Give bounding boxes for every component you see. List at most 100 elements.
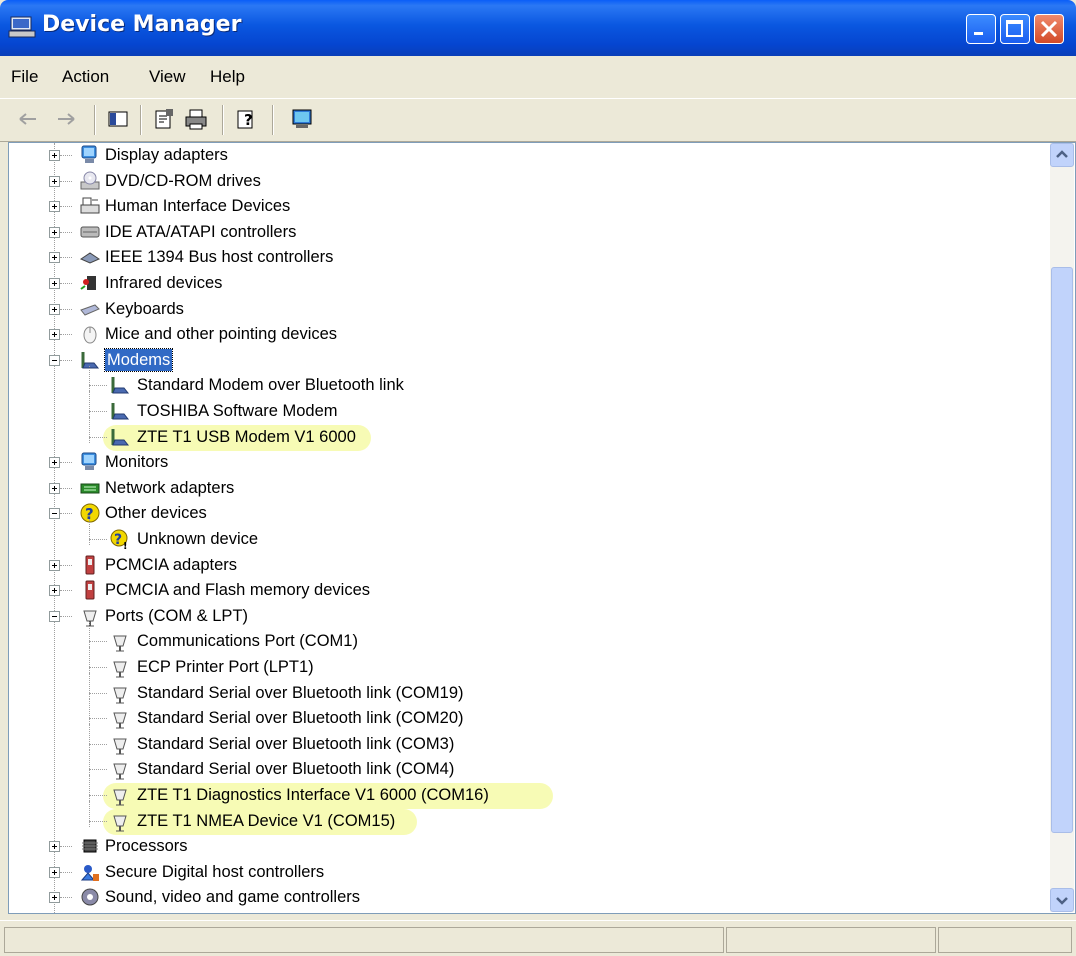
- collapse-icon[interactable]: [49, 354, 60, 366]
- menu-help[interactable]: Help: [210, 67, 245, 87]
- hid-icon: [80, 197, 100, 214]
- help-icon[interactable]: ?: [234, 107, 258, 131]
- tree-connector: [89, 795, 107, 797]
- firewire-icon: [79, 252, 101, 264]
- tree-label: Network adapters: [105, 478, 235, 497]
- tree-label: Mice and other pointing devices: [105, 325, 338, 344]
- svg-text:?: ?: [114, 532, 122, 548]
- status-panel-2: [726, 927, 936, 953]
- tree-label: ZTE T1 NMEA Device V1 (COM15): [137, 811, 396, 830]
- tree-label: Monitors: [105, 453, 169, 472]
- forward-arrow-icon[interactable]: [54, 107, 78, 131]
- expand-icon[interactable]: [49, 559, 60, 571]
- port-icon: [113, 661, 127, 678]
- device-manager-window: Device Manager File Action View Help ? D…: [0, 0, 1076, 956]
- expand-icon[interactable]: [49, 866, 60, 878]
- tree-label: ZTE T1 USB Modem V1 6000: [137, 427, 356, 446]
- tree-connector: [60, 308, 72, 311]
- modem-icon: [111, 377, 130, 394]
- tree-connector: [89, 749, 91, 776]
- tree-label: TOSHIBA Software Modem: [137, 402, 338, 420]
- scan-hardware-icon[interactable]: [290, 107, 314, 131]
- scroll-down-button[interactable]: [1050, 888, 1074, 912]
- tree-connector: [60, 615, 72, 618]
- tree-connector: [89, 718, 107, 720]
- svg-text:!: !: [123, 541, 128, 550]
- expand-icon[interactable]: [49, 252, 60, 264]
- tree-connector: [60, 590, 72, 592]
- vertical-scrollbar[interactable]: [1050, 143, 1074, 912]
- toolbar: ?: [0, 98, 1076, 142]
- device-tree[interactable]: Display adapters DVD/CD-ROM drives Human I…: [8, 142, 1076, 914]
- tree-label: Keyboards: [105, 299, 184, 318]
- tree-connector: [89, 539, 107, 541]
- tree-label: DVD/CD-ROM drives: [105, 171, 261, 190]
- minimize-button[interactable]: [966, 14, 996, 44]
- properties-icon[interactable]: [152, 107, 176, 131]
- print-icon[interactable]: [184, 107, 208, 131]
- menu-file[interactable]: File: [11, 67, 38, 87]
- tree-label: Infrared devices: [105, 274, 223, 292]
- back-arrow-icon[interactable]: [16, 107, 40, 131]
- close-button[interactable]: [1034, 14, 1064, 44]
- port-icon: [113, 815, 127, 832]
- unknown-device-warning-icon: ?!: [110, 529, 128, 550]
- expand-icon[interactable]: [49, 841, 60, 853]
- svg-text:?: ?: [244, 111, 253, 129]
- maximize-button[interactable]: [1000, 14, 1030, 44]
- menu-view[interactable]: View: [149, 67, 186, 87]
- tree-label: Sound, video and game controllers: [105, 888, 360, 907]
- tree-connector: [60, 487, 72, 490]
- tree-connector: [89, 647, 91, 673]
- processor-icon: [82, 839, 98, 853]
- sd-controller-icon: [80, 864, 99, 881]
- tree-label: Standard Modem over Bluetooth link: [137, 376, 404, 395]
- expand-icon[interactable]: [49, 303, 60, 315]
- mouse-icon: [83, 326, 97, 344]
- expand-icon[interactable]: [49, 226, 60, 238]
- tree-connector: [60, 359, 72, 362]
- expand-icon[interactable]: [49, 150, 60, 161]
- tree-connector: [89, 417, 91, 443]
- title-bar[interactable]: Device Manager: [0, 0, 1076, 56]
- tree-connector: [89, 743, 107, 746]
- expand-icon[interactable]: [49, 175, 60, 187]
- expand-icon[interactable]: [49, 278, 60, 289]
- tree-label: Unknown device: [137, 530, 259, 548]
- tree-label: Processors: [105, 837, 188, 856]
- expand-icon[interactable]: [49, 457, 60, 469]
- tree-label: Standard Serial over Bluetooth link (COM…: [137, 760, 455, 779]
- toolbar-separator: [94, 105, 96, 135]
- monitor-icon: [81, 452, 97, 471]
- tree-connector: [60, 334, 72, 336]
- collapse-icon[interactable]: [49, 610, 60, 622]
- expand-icon[interactable]: [49, 892, 60, 904]
- expand-icon[interactable]: [49, 585, 60, 597]
- tree-connector: [60, 257, 72, 259]
- monitor-icon: [81, 145, 97, 163]
- tree-label: PCMCIA and Flash memory devices: [105, 581, 371, 600]
- expand-icon[interactable]: [49, 201, 60, 213]
- status-bar: [0, 920, 1076, 956]
- port-icon: [113, 635, 127, 652]
- close-icon: [1040, 20, 1058, 38]
- tree-label: PCMCIA adapters: [105, 555, 238, 574]
- modem-icon: [111, 428, 130, 446]
- tree-connector: [89, 724, 91, 750]
- infrared-icon: [80, 276, 96, 290]
- scroll-thumb[interactable]: [1051, 267, 1073, 833]
- keyboard-icon: [80, 304, 100, 316]
- tree-connector: [89, 667, 107, 669]
- show-hide-console-tree-icon[interactable]: [106, 107, 130, 131]
- tree-connector: [60, 231, 72, 234]
- scroll-up-button[interactable]: [1050, 143, 1074, 167]
- tree-connector: [89, 641, 107, 643]
- tree-connector: [89, 801, 91, 827]
- expand-icon[interactable]: [49, 482, 60, 494]
- expand-icon[interactable]: [49, 329, 60, 341]
- tree-connector: [60, 283, 72, 285]
- menu-action[interactable]: Action: [62, 67, 109, 87]
- tree-connector: [89, 411, 107, 413]
- maximize-icon: [1006, 20, 1023, 37]
- collapse-icon[interactable]: [49, 508, 60, 520]
